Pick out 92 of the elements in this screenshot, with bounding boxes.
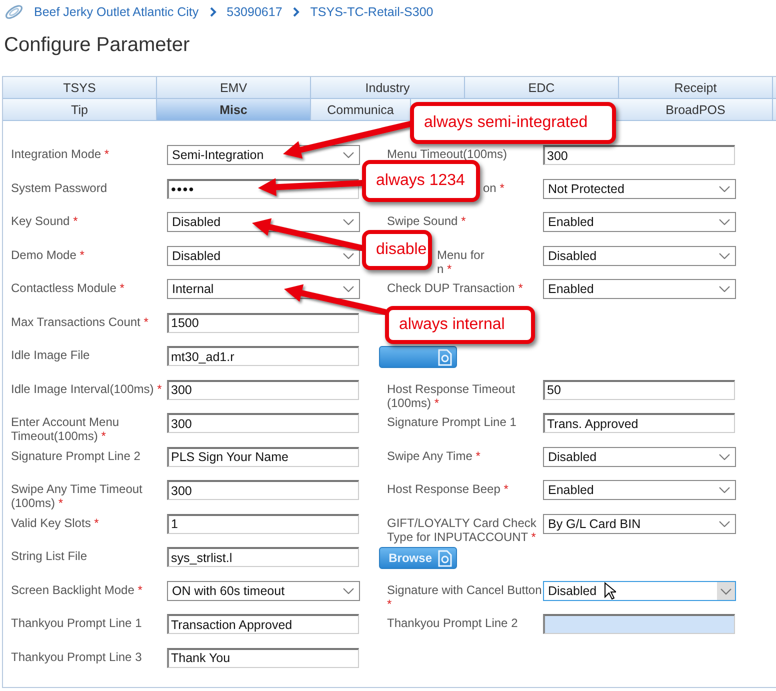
dropdown[interactable]: Enabled [543, 480, 736, 500]
tab[interactable]: Industry [311, 77, 465, 99]
field-label: Screen Backlight Mode * [11, 582, 144, 596]
dropdown[interactable]: Disabled [543, 246, 736, 266]
tab[interactable]: Communica [311, 99, 411, 121]
tab[interactable]: Receipt [619, 77, 773, 99]
chevron-down-icon [719, 286, 730, 292]
page-title: Configure Parameter [4, 34, 191, 58]
field-label: Thankyou Prompt Line 2 [387, 615, 519, 630]
field-label: Demo Mode * [11, 246, 86, 262]
dropdown[interactable]: Internal [167, 279, 360, 299]
field-label: String List File [11, 548, 88, 563]
input-field[interactable]: 1500 [167, 312, 359, 332]
chevron-down-icon [717, 582, 735, 600]
field-label: Menu for n * [437, 246, 484, 276]
tab[interactable]: BroadPOS [619, 99, 773, 121]
chevron-down-icon [719, 219, 730, 225]
input-field[interactable] [543, 614, 735, 634]
input-field[interactable]: Thank You [167, 648, 359, 668]
chevron-down-icon [719, 186, 730, 192]
field-label: Idle Image Interval(100ms) * [11, 380, 163, 396]
chevron-down-icon [343, 219, 354, 225]
dropdown[interactable]: Disabled [543, 446, 736, 466]
chevron-down-icon [343, 252, 354, 258]
dropdown[interactable]: Enabled [543, 212, 736, 232]
field-label: System Password [11, 180, 108, 194]
breadcrumb-link[interactable]: Beef Jerky Outlet Atlantic City [34, 5, 199, 19]
chevron-right-icon [292, 7, 300, 17]
input-field[interactable]: mt30_ad1.r [167, 346, 359, 366]
tab[interactable]: TSYS [3, 77, 157, 99]
chevron-down-icon [719, 454, 730, 460]
input-field[interactable]: 50 [543, 380, 735, 400]
tab[interactable]: Tip [3, 99, 157, 121]
field-label: Menu Timeout(100ms) [387, 146, 508, 161]
chevron-down-icon [343, 286, 354, 292]
dropdown[interactable]: Disabled [543, 580, 736, 600]
input-field[interactable]: 300 [167, 480, 359, 500]
field-label: GIFT/LOYALTY Card Check Type for INPUTACCOUNT * [387, 514, 538, 544]
chevron-down-icon [719, 252, 730, 258]
callout: always 1234 [362, 160, 480, 202]
input-field[interactable]: 300 [167, 413, 359, 433]
field-label: Max Transactions Count * [11, 314, 150, 328]
chevron-right-icon [208, 7, 217, 17]
callout: disable [362, 230, 432, 270]
field-label: Check DUP Transaction * [387, 280, 524, 295]
field-label: Signature Prompt Line 2 [11, 448, 142, 462]
input-field[interactable]: Trans. Approved [543, 413, 735, 433]
tab[interactable]: EMV [157, 77, 311, 99]
input-field[interactable]: PLS Sign Your Name [167, 446, 359, 466]
chevron-down-icon [719, 487, 730, 493]
tab[interactable]: Misc [157, 99, 311, 121]
dropdown[interactable]: Disabled [167, 212, 360, 232]
field-label: Thankyou Prompt Line 1 [11, 615, 143, 630]
field-label: Signature with Cancel Button * [387, 582, 543, 610]
chevron-down-icon [343, 588, 354, 594]
browse-button[interactable] [379, 346, 457, 368]
field-label: Swipe Sound * [387, 213, 467, 228]
logo-icon [4, 4, 24, 20]
dropdown[interactable]: By G/L Card BIN [543, 514, 736, 534]
field-label: Contactless Module * [11, 280, 126, 295]
field-label: Thankyou Prompt Line 3 [11, 648, 143, 664]
input-field[interactable]: 1 [167, 514, 359, 534]
field-label: Host Response Beep * [387, 481, 510, 496]
field-label: Enter Account Menu Timeout(100ms) * [11, 414, 120, 443]
dropdown[interactable]: Semi-Integration [167, 145, 360, 165]
input-field[interactable]: 300 [167, 380, 359, 400]
chevron-down-icon [343, 152, 354, 158]
field-label: Integration Mode * [11, 146, 110, 161]
field-label: Swipe Any Time * [387, 448, 482, 462]
dropdown[interactable]: Disabled [167, 246, 360, 266]
field-label: Host Response Timeout (100ms) * [387, 380, 516, 410]
dropdown[interactable]: ON with 60s timeout [167, 580, 360, 600]
file-search-icon [438, 550, 452, 566]
dropdown[interactable]: Enabled [543, 279, 736, 299]
field-label: Valid Key Slots * [11, 514, 100, 530]
breadcrumb-link[interactable]: TSYS-TC-Retail-S300 [310, 5, 434, 19]
field-label: Signature Prompt Line 1 [387, 414, 518, 429]
field-label: on * [483, 180, 504, 194]
mouse-cursor-icon [604, 582, 616, 600]
input-field[interactable]: sys_strlist.l [167, 547, 359, 567]
input-field[interactable]: Transaction Approved [167, 614, 359, 634]
tab[interactable]: EDC [465, 77, 619, 99]
chevron-down-icon [719, 520, 730, 526]
dropdown[interactable]: Not Protected [543, 178, 736, 198]
input-field[interactable]: 300 [543, 145, 735, 165]
breadcrumb-link[interactable]: 53090617 [226, 5, 282, 19]
field-label: Key Sound * [11, 213, 79, 228]
field-label: Idle Image File [11, 347, 91, 362]
field-label: Swipe Any Time Timeout (100ms) * [11, 481, 144, 510]
file-search-icon [438, 348, 452, 366]
callout: always semi-integrated [410, 102, 616, 144]
callout: always internal [385, 306, 535, 344]
